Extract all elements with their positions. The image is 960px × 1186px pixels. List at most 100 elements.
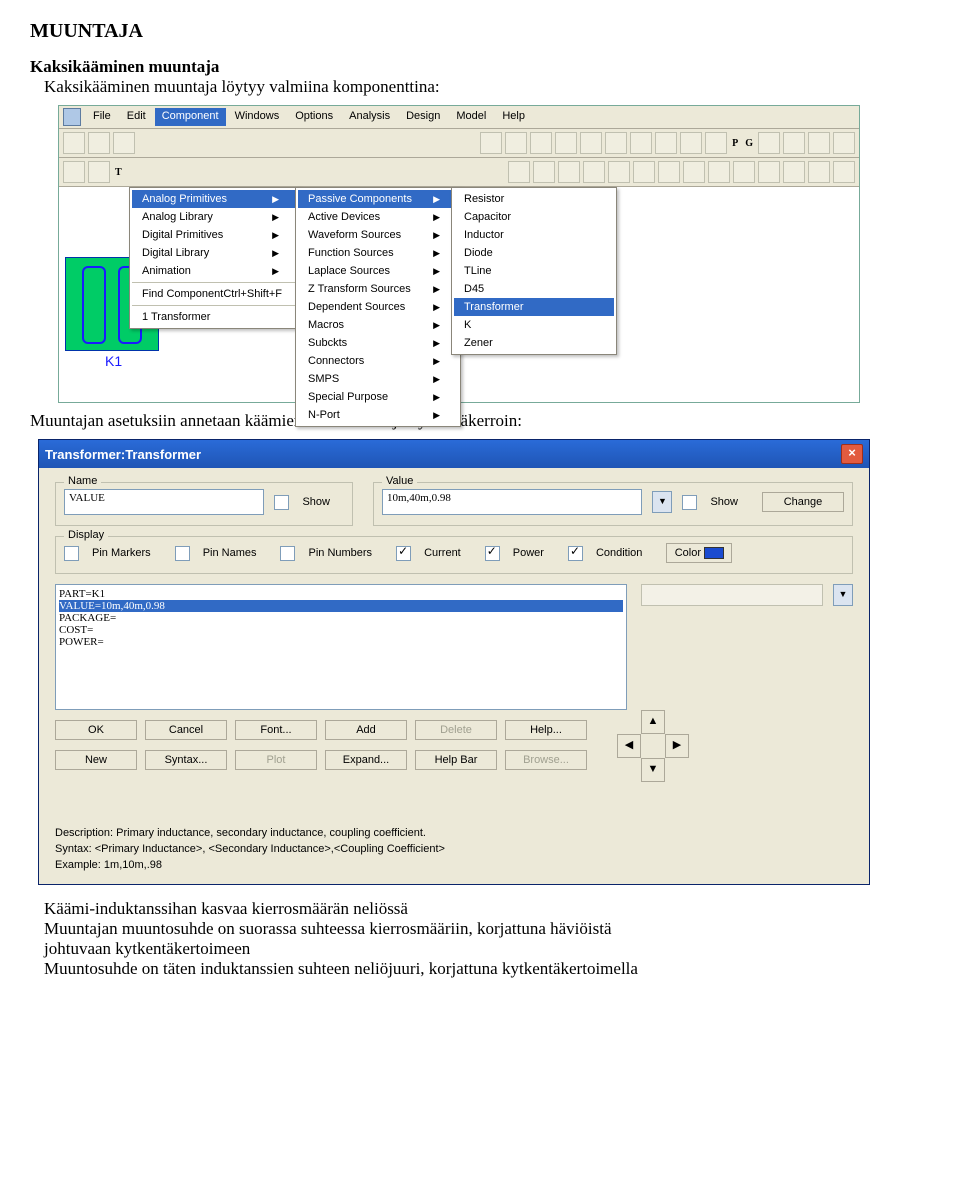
sm2-dependent[interactable]: Dependent Sources▶ [298, 298, 458, 316]
tb2-icon[interactable] [533, 161, 555, 183]
menu-model[interactable]: Model [449, 108, 493, 126]
tb-misc-icon[interactable] [655, 132, 677, 154]
sm2-nport[interactable]: N-Port▶ [298, 406, 458, 424]
sm2-function[interactable]: Function Sources▶ [298, 244, 458, 262]
sm2-special[interactable]: Special Purpose▶ [298, 388, 458, 406]
value-input[interactable]: 10m,40m,0.98 [382, 489, 642, 515]
color-button[interactable]: Color [666, 543, 732, 563]
pin-markers-checkbox[interactable] [64, 546, 79, 561]
new-button[interactable]: New [55, 750, 137, 770]
tb-misc-icon[interactable] [630, 132, 652, 154]
tb-misc-icon[interactable] [605, 132, 627, 154]
aux-combo[interactable] [641, 584, 823, 606]
tb2-icon[interactable] [583, 161, 605, 183]
menu-help[interactable]: Help [495, 108, 532, 126]
ok-button[interactable]: OK [55, 720, 137, 740]
tb2-icon[interactable] [633, 161, 655, 183]
tb2-icon[interactable] [783, 161, 805, 183]
tb-misc-icon[interactable] [705, 132, 727, 154]
delete-button[interactable]: Delete [415, 720, 497, 740]
current-checkbox[interactable] [396, 546, 411, 561]
menu-design[interactable]: Design [399, 108, 447, 126]
sm3-capacitor[interactable]: Capacitor [454, 208, 614, 226]
tb-misc-icon[interactable] [505, 132, 527, 154]
tb-new-icon[interactable] [63, 132, 85, 154]
tb-misc-icon[interactable] [833, 132, 855, 154]
syntax-button[interactable]: Syntax... [145, 750, 227, 770]
menu-file[interactable]: File [86, 108, 118, 126]
pin-numbers-checkbox[interactable] [280, 546, 295, 561]
tb2-zoomout-icon[interactable] [833, 161, 855, 183]
add-button[interactable]: Add [325, 720, 407, 740]
pin-names-checkbox[interactable] [175, 546, 190, 561]
arrow-down-icon[interactable]: ▼ [641, 758, 665, 782]
submenu-analog-library[interactable]: Analog Library▶ [132, 208, 297, 226]
expand-button[interactable]: Expand... [325, 750, 407, 770]
change-button[interactable]: Change [762, 492, 844, 512]
tb2-icon[interactable] [708, 161, 730, 183]
helpbar-button[interactable]: Help Bar [415, 750, 497, 770]
tb2-icon[interactable] [88, 161, 110, 183]
help-button[interactable]: Help... [505, 720, 587, 740]
tb-open-icon[interactable] [88, 132, 110, 154]
name-input[interactable]: VALUE [64, 489, 264, 515]
cancel-button[interactable]: Cancel [145, 720, 227, 740]
tb-misc-icon[interactable] [680, 132, 702, 154]
menu-analysis[interactable]: Analysis [342, 108, 397, 126]
tb2-icon[interactable] [683, 161, 705, 183]
font-button[interactable]: Font... [235, 720, 317, 740]
tb2-zoomin-icon[interactable] [808, 161, 830, 183]
aux-dropdown-icon[interactable]: ▼ [833, 584, 853, 606]
sm3-resistor[interactable]: Resistor [454, 190, 614, 208]
list-item[interactable]: PART=K1 [59, 588, 623, 600]
browse-button[interactable]: Browse... [505, 750, 587, 770]
tb-misc-icon[interactable] [580, 132, 602, 154]
submenu-find-component[interactable]: Find ComponentCtrl+Shift+F [132, 285, 297, 303]
submenu-digital-library[interactable]: Digital Library▶ [132, 244, 297, 262]
list-item[interactable]: PACKAGE= [59, 612, 623, 624]
close-icon[interactable]: × [841, 444, 863, 464]
sm2-ztransform[interactable]: Z Transform Sources▶ [298, 280, 458, 298]
sm2-smps[interactable]: SMPS▶ [298, 370, 458, 388]
list-item[interactable]: VALUE=10m,40m,0.98 [59, 600, 623, 612]
sm2-connectors[interactable]: Connectors▶ [298, 352, 458, 370]
sm3-k[interactable]: K [454, 316, 614, 334]
property-listbox[interactable]: PART=K1 VALUE=10m,40m,0.98 PACKAGE= COST… [55, 584, 627, 710]
sm2-active[interactable]: Active Devices▶ [298, 208, 458, 226]
tb2-icon[interactable] [733, 161, 755, 183]
list-item[interactable]: POWER= [59, 636, 623, 648]
submenu-digital-primitives[interactable]: Digital Primitives▶ [132, 226, 297, 244]
tb2-icon[interactable] [608, 161, 630, 183]
sm2-passive[interactable]: Passive Components▶ [298, 190, 458, 208]
sm3-d45[interactable]: D45 [454, 280, 614, 298]
sm3-diode[interactable]: Diode [454, 244, 614, 262]
submenu-animation[interactable]: Animation▶ [132, 262, 297, 280]
arrow-up-icon[interactable]: ▲ [641, 710, 665, 734]
tb-misc-icon[interactable] [808, 132, 830, 154]
tb2-icon[interactable] [558, 161, 580, 183]
tb-misc-icon[interactable] [480, 132, 502, 154]
sm2-waveform[interactable]: Waveform Sources▶ [298, 226, 458, 244]
tb2-icon[interactable] [63, 161, 85, 183]
menu-edit[interactable]: Edit [120, 108, 153, 126]
list-item[interactable]: COST= [59, 624, 623, 636]
menu-component[interactable]: Component [155, 108, 226, 126]
sm3-transformer[interactable]: Transformer [454, 298, 614, 316]
tb-misc-icon[interactable] [783, 132, 805, 154]
power-checkbox[interactable] [485, 546, 500, 561]
tb2-icon[interactable] [758, 161, 780, 183]
value-dropdown-icon[interactable]: ▼ [652, 491, 672, 513]
tb2-icon[interactable] [658, 161, 680, 183]
condition-checkbox[interactable] [568, 546, 583, 561]
submenu-analog-primitives[interactable]: Analog Primitives▶ [132, 190, 297, 208]
arrow-right-icon[interactable]: ▶ [665, 734, 689, 758]
tb-misc-icon[interactable] [758, 132, 780, 154]
arrow-left-icon[interactable]: ◀ [617, 734, 641, 758]
tb-save-icon[interactable] [113, 132, 135, 154]
name-show-checkbox[interactable] [274, 495, 289, 510]
tb-misc-icon[interactable] [530, 132, 552, 154]
sm2-laplace[interactable]: Laplace Sources▶ [298, 262, 458, 280]
menu-options[interactable]: Options [288, 108, 340, 126]
sm3-zener[interactable]: Zener [454, 334, 614, 352]
tb2-icon[interactable] [508, 161, 530, 183]
